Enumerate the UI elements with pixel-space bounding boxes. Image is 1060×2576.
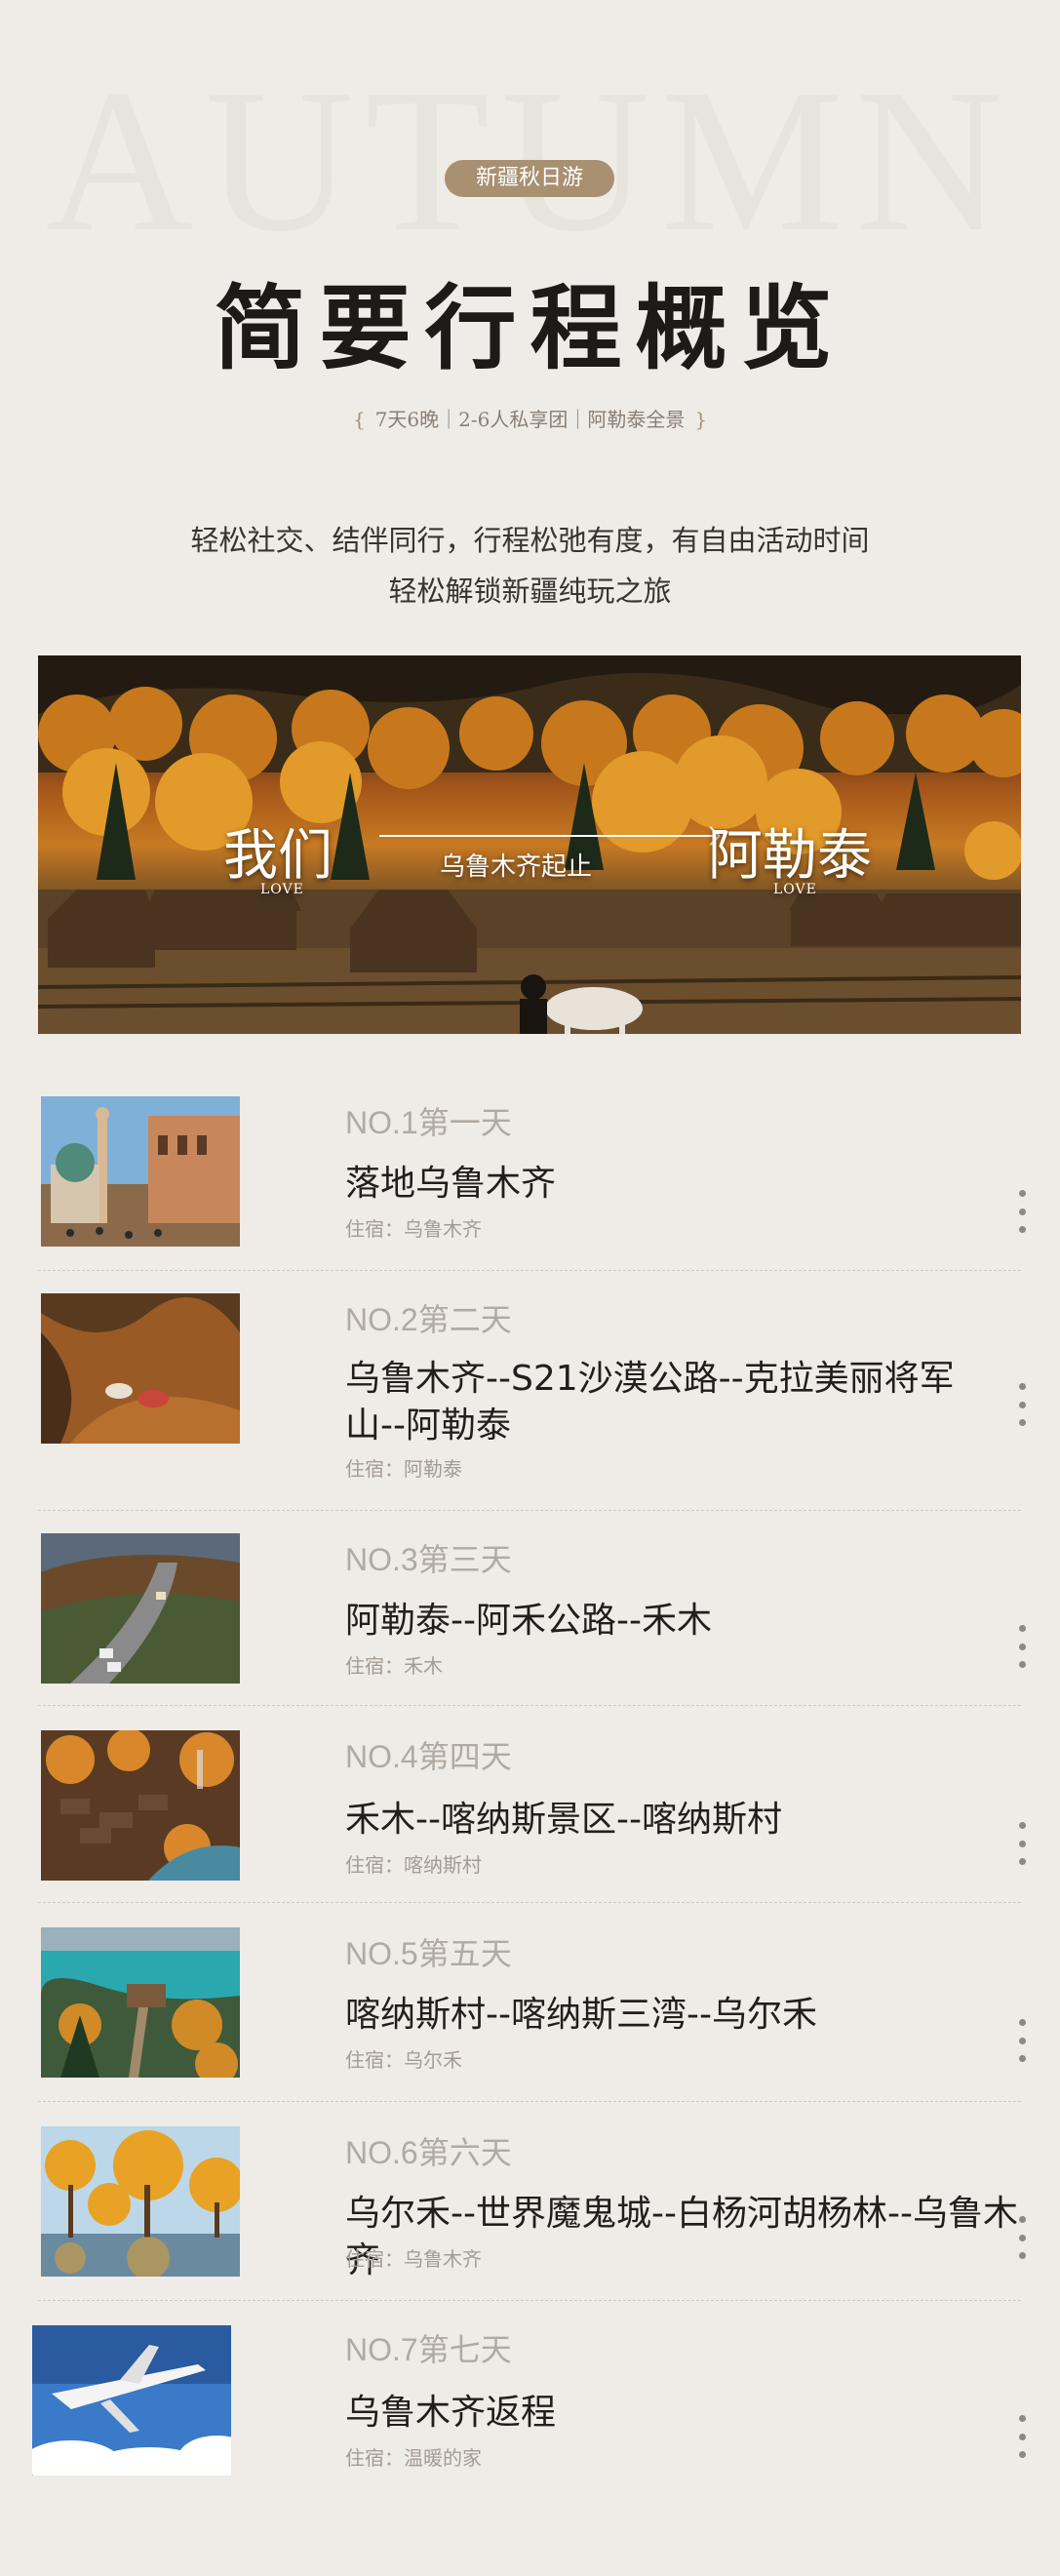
more-options-icon[interactable] [1017, 1190, 1027, 1233]
day-thumbnail [41, 1096, 240, 1247]
autumn-forest-scene [38, 655, 1021, 1034]
subtitle-line: {7天6晚｜2-6人私享团｜阿勒泰全景} [0, 404, 1060, 432]
more-options-icon[interactable] [1017, 1625, 1027, 1668]
day-route: 禾木--喀纳斯景区--喀纳斯村 [345, 1800, 782, 1840]
itinerary-day[interactable]: NO.2第二天 乌鲁木齐--S21沙漠公路--克拉美丽将军山--阿勒泰 住宿：阿… [38, 1289, 1026, 1511]
day-number: NO.3第三天 [345, 1542, 512, 1577]
more-options-icon[interactable] [1017, 2415, 1027, 2458]
tour-badge: 新疆秋日游 [445, 160, 614, 197]
day-stay: 住宿：禾木 [345, 1654, 443, 1678]
subtitle-open-brace: { [352, 408, 366, 431]
intro-line-1: 轻松社交、结伴同行，行程松弛有度，有自由活动时间 [190, 524, 870, 557]
day-stay: 住宿：喀纳斯村 [345, 1853, 482, 1877]
hero-banner: 我们 LOVE 乌鲁木齐起止 阿勒泰 LOVE [38, 655, 1021, 1034]
hero-arrow [379, 835, 716, 837]
day-route: 乌鲁木齐--S21沙漠公路--克拉美丽将军山--阿勒泰 [345, 1359, 955, 1446]
more-options-icon[interactable] [1017, 2216, 1027, 2259]
itinerary-day[interactable]: NO.5第五天 喀纳斯村--喀纳斯三湾--乌尔禾 住宿：乌尔禾 [38, 1925, 1026, 2102]
day-stay: 住宿：阿勒泰 [345, 1457, 462, 1481]
intro-line-2: 轻松解锁新疆纯玩之旅 [388, 575, 672, 608]
day-number: NO.4第四天 [345, 1739, 512, 1774]
day-route: 阿勒泰--阿禾公路--禾木 [345, 1601, 712, 1641]
day-number: NO.1第一天 [345, 1105, 512, 1140]
day-number: NO.7第七天 [345, 2332, 512, 2367]
day-stay: 住宿：温暖的家 [345, 2446, 482, 2470]
itinerary-day[interactable]: NO.6第六天 乌尔禾--世界魔鬼城--白杨河胡杨林--乌鲁木齐 住宿：乌鲁木齐 [38, 2124, 1026, 2301]
day-thumbnail [41, 1293, 240, 1444]
itinerary-day[interactable]: NO.3第三天 阿勒泰--阿禾公路--禾木 住宿：禾木 [38, 1531, 1026, 1706]
intro-text: 轻松社交、结伴同行，行程松弛有度，有自由活动时间 轻松解锁新疆纯玩之旅 [0, 515, 1060, 616]
itinerary-day[interactable]: NO.7第七天 乌鲁木齐返程 住宿：温暖的家 [32, 2321, 1026, 2497]
itinerary-day[interactable]: NO.1第一天 落地乌鲁木齐 住宿：乌鲁木齐 [38, 1092, 1026, 1271]
more-options-icon[interactable] [1017, 1383, 1027, 1426]
day-stay: 住宿：乌尔禾 [345, 2048, 462, 2072]
day-thumbnail [41, 1730, 240, 1881]
more-options-icon[interactable] [1017, 1822, 1027, 1865]
hero-right-word: 阿勒泰 [708, 824, 872, 888]
day-thumbnail [32, 2325, 231, 2476]
day-route: 喀纳斯村--喀纳斯三湾--乌尔禾 [345, 1995, 817, 2035]
subtitle-close-brace: } [694, 408, 708, 431]
hero-right-love: LOVE [773, 882, 817, 897]
day-stay: 住宿：乌鲁木齐 [345, 2247, 482, 2271]
day-route: 乌鲁木齐返程 [345, 2393, 557, 2433]
subtitle-text: 7天6晚｜2-6人私享团｜阿勒泰全景 [374, 408, 686, 431]
day-stay: 住宿：乌鲁木齐 [345, 1217, 482, 1241]
day-number: NO.5第五天 [345, 1936, 512, 1971]
itinerary-day[interactable]: NO.4第四天 禾木--喀纳斯景区--喀纳斯村 住宿：喀纳斯村 [38, 1728, 1026, 1903]
page-title: 简要行程概览 [214, 275, 846, 382]
day-thumbnail [41, 1533, 240, 1684]
day-number: NO.6第六天 [345, 2135, 512, 2170]
hero-left-love: LOVE [260, 882, 304, 897]
hero-left-word: 我们 [223, 824, 333, 888]
day-thumbnail [41, 2126, 240, 2277]
day-route: 落地乌鲁木齐 [345, 1164, 557, 1204]
day-number: NO.2第二天 [345, 1302, 512, 1337]
hero-middle-text: 乌鲁木齐起止 [440, 852, 593, 882]
more-options-icon[interactable] [1017, 2019, 1027, 2062]
day-thumbnail [41, 1927, 240, 2078]
